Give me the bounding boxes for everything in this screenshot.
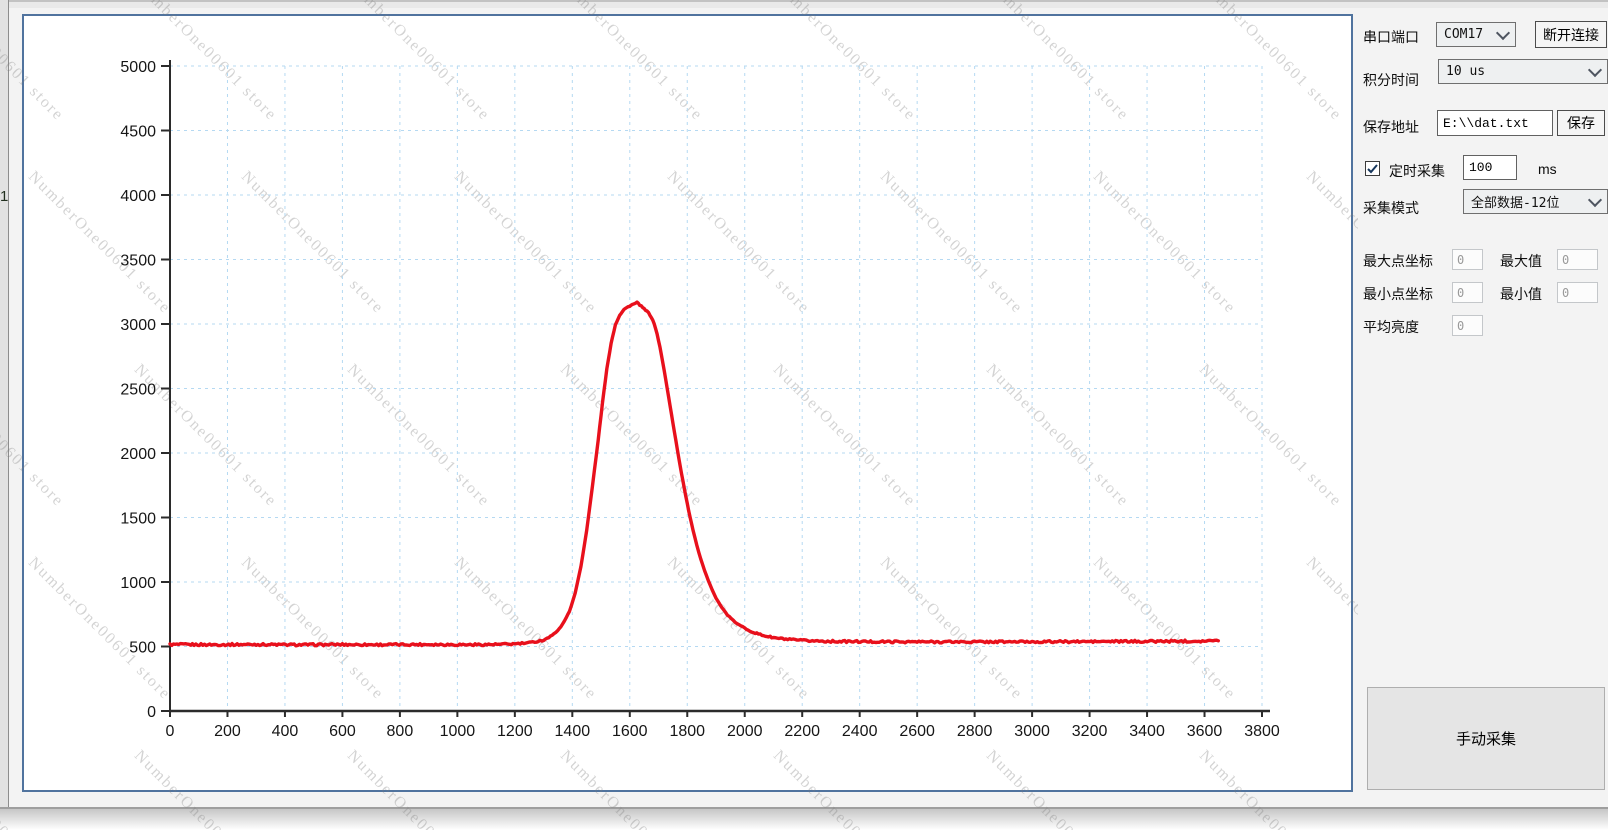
svg-text:500: 500 [129, 640, 156, 657]
svg-text:2600: 2600 [899, 723, 935, 740]
window-shadow [0, 809, 1608, 830]
svg-text:1000: 1000 [440, 723, 476, 740]
capture-mode-label: 采集模式 [1363, 200, 1419, 216]
timed-capture-label: 定时采集 [1389, 163, 1445, 179]
serial-port-value: COM17 [1444, 27, 1484, 42]
max-value-field: 0 [1557, 249, 1598, 270]
svg-text:1400: 1400 [555, 723, 591, 740]
svg-text:400: 400 [272, 723, 299, 740]
svg-text:2200: 2200 [784, 723, 820, 740]
check-icon [1367, 164, 1378, 174]
manual-capture-button[interactable]: 手动采集 [1367, 687, 1605, 790]
integration-time-value: 10 us [1446, 64, 1486, 79]
svg-text:0: 0 [166, 723, 175, 740]
window-left-edge [0, 0, 9, 808]
svg-text:3800: 3800 [1244, 723, 1280, 740]
chevron-down-icon [1495, 25, 1511, 40]
capture-mode-select[interactable]: 全部数据-12位 [1463, 189, 1608, 214]
interval-unit-label: ms [1538, 161, 1557, 177]
svg-text:1000: 1000 [120, 575, 156, 592]
save-path-label: 保存地址 [1363, 119, 1419, 135]
svg-text:200: 200 [214, 723, 241, 740]
svg-text:3000: 3000 [1014, 723, 1050, 740]
svg-text:4000: 4000 [120, 188, 156, 205]
save-path-input[interactable]: E:\\dat.txt [1437, 110, 1553, 136]
timed-capture-checkbox[interactable] [1365, 161, 1380, 176]
chevron-down-icon [1587, 62, 1603, 77]
svg-text:2400: 2400 [842, 723, 878, 740]
min-coord-label: 最小点坐标 [1363, 286, 1433, 302]
svg-text:2500: 2500 [120, 382, 156, 399]
window-top-edge [0, 0, 1608, 8]
svg-text:0: 0 [147, 704, 156, 721]
svg-text:1500: 1500 [120, 511, 156, 528]
serial-port-select[interactable]: COM17 [1436, 22, 1516, 47]
min-coord-field: 0 [1452, 282, 1483, 303]
svg-text:800: 800 [387, 723, 414, 740]
max-coord-label: 最大点坐标 [1363, 253, 1433, 269]
stray-text: 1 [0, 188, 9, 205]
avg-brightness-label: 平均亮度 [1363, 319, 1419, 335]
svg-text:2000: 2000 [727, 723, 763, 740]
svg-text:2800: 2800 [957, 723, 993, 740]
svg-text:1800: 1800 [669, 723, 705, 740]
svg-text:4500: 4500 [120, 124, 156, 141]
svg-text:3000: 3000 [120, 317, 156, 334]
interval-input[interactable]: 100 [1463, 155, 1517, 180]
min-value-field: 0 [1557, 282, 1598, 303]
avg-brightness-field: 0 [1452, 315, 1483, 336]
svg-text:5000: 5000 [120, 59, 156, 76]
min-value-label: 最小值 [1500, 286, 1542, 302]
save-button[interactable]: 保存 [1557, 110, 1605, 136]
serial-port-label: 串口端口 [1363, 29, 1419, 45]
integration-time-select[interactable]: 10 us [1438, 59, 1608, 84]
svg-text:3200: 3200 [1072, 723, 1108, 740]
svg-text:1200: 1200 [497, 723, 533, 740]
max-value-label: 最大值 [1500, 253, 1542, 269]
svg-text:3400: 3400 [1129, 723, 1165, 740]
svg-text:1600: 1600 [612, 723, 648, 740]
svg-text:3500: 3500 [120, 253, 156, 270]
app-window: 1 NumberOne00601 store NumberOne00601 sto… [0, 0, 1608, 830]
capture-mode-value: 全部数据-12位 [1471, 196, 1560, 211]
svg-text:600: 600 [329, 723, 356, 740]
disconnect-button[interactable]: 断开连接 [1535, 21, 1607, 48]
svg-text:2000: 2000 [120, 446, 156, 463]
signal-plot: 0 200 400 600 800 1000 1200 1400 1600 1800 2000 220… [120, 59, 1280, 740]
integration-time-label: 积分时间 [1363, 72, 1419, 88]
max-coord-field: 0 [1452, 249, 1483, 270]
chevron-down-icon [1587, 192, 1603, 207]
svg-text:3600: 3600 [1187, 723, 1223, 740]
